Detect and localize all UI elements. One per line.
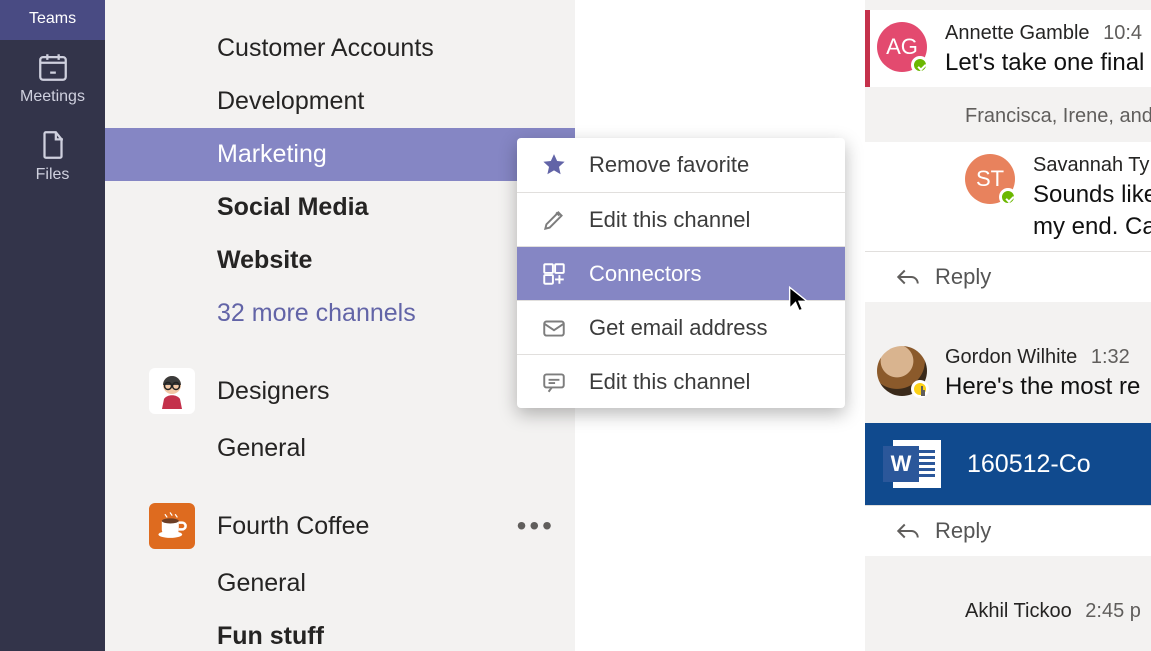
word-attachment[interactable]: W 160512-Co — [865, 423, 1151, 505]
reply-label: Reply — [935, 264, 991, 290]
avatar: ST — [965, 154, 1015, 204]
menu-edit-channel[interactable]: Edit this channel — [517, 192, 845, 246]
designers-avatar-icon — [152, 371, 192, 411]
menu-label: Edit this channel — [589, 207, 750, 233]
word-icon: W — [893, 440, 941, 488]
menu-label: Edit this channel — [589, 369, 750, 395]
attachment-name: 160512-Co — [967, 450, 1091, 479]
presence-away-icon — [911, 380, 929, 398]
message-header: Akhil Tickoo 2:45 p — [965, 600, 1151, 623]
message-author: Akhil Tickoo — [965, 600, 1072, 622]
channel-context-menu: Remove favorite Edit this channel Connec… — [517, 138, 845, 408]
message[interactable]: Gordon Wilhite 1:32 Here's the most re — [865, 334, 1151, 411]
presence-available-icon — [911, 56, 929, 74]
channel-label: Development — [217, 87, 364, 116]
channel-label: General — [217, 434, 306, 463]
message-header: Annette Gamble 10:4 — [945, 22, 1151, 45]
pencil-icon — [541, 207, 567, 233]
message-body: Annette Gamble 10:4 Let's take one final — [945, 22, 1151, 77]
reply-label: Reply — [935, 518, 991, 544]
chat-edit-icon — [541, 369, 567, 395]
channel-marketing[interactable]: Marketing — [105, 128, 575, 181]
thread: Akhil Tickoo 2:45 p — [865, 578, 1151, 633]
channel-customer-accounts[interactable]: Customer Accounts — [105, 22, 575, 75]
thread: Gordon Wilhite 1:32 Here's the most re W… — [865, 324, 1151, 556]
channel-label: Customer Accounts — [217, 34, 434, 63]
reply-button[interactable]: Reply — [865, 505, 1151, 556]
avatar-initials: AG — [886, 34, 918, 60]
rail-item-files[interactable]: Files — [0, 118, 105, 196]
channel-label: Social Media — [217, 193, 368, 222]
message-header: Savannah Ty — [1033, 154, 1151, 177]
message[interactable]: AG Annette Gamble 10:4 Let's take one fi… — [865, 10, 1151, 87]
team-fourth-coffee[interactable]: Fourth Coffee ••• — [105, 495, 575, 557]
channel-social-media[interactable]: Social Media — [105, 181, 575, 234]
reply-icon — [895, 521, 921, 541]
message-body: Akhil Tickoo 2:45 p — [965, 600, 1151, 623]
message-time: 1:32 — [1091, 346, 1130, 368]
team-avatar-fourth-coffee — [149, 503, 195, 549]
menu-edit-channel-2[interactable]: Edit this channel — [517, 354, 845, 408]
channel-general-1[interactable]: General — [105, 422, 575, 475]
menu-label: Remove favorite — [589, 152, 749, 178]
message-body: Savannah Ty Sounds like my end. Ca — [1033, 154, 1151, 241]
rail-item-label: Teams — [29, 10, 76, 28]
channel-fun-stuff[interactable]: Fun stuff — [105, 610, 575, 651]
channel-label: General — [217, 569, 306, 598]
message-author: Annette Gamble — [945, 22, 1090, 44]
team-label: Designers — [217, 377, 330, 406]
app-rail: Teams Meetings Files — [0, 0, 105, 651]
rail-item-teams[interactable]: Teams — [0, 0, 105, 40]
reply-icon — [895, 267, 921, 287]
menu-remove-favorite[interactable]: Remove favorite — [517, 138, 845, 192]
presence-available-icon — [999, 188, 1017, 206]
more-channels-link[interactable]: 32 more channels — [105, 287, 575, 340]
avatar — [877, 346, 927, 396]
message-time: 2:45 p — [1085, 600, 1141, 622]
message-author: Gordon Wilhite — [945, 346, 1077, 368]
rail-item-label: Meetings — [20, 88, 85, 106]
rail-item-label: Files — [36, 166, 70, 184]
message-header: Gordon Wilhite 1:32 — [945, 346, 1151, 369]
thread: AG Annette Gamble 10:4 Let's take one fi… — [865, 0, 1151, 302]
team-avatar-designers — [149, 368, 195, 414]
star-icon — [541, 152, 567, 178]
message[interactable]: Akhil Tickoo 2:45 p — [865, 588, 1151, 633]
rail-item-meetings[interactable]: Meetings — [0, 40, 105, 118]
message-text: Sounds like — [1033, 181, 1151, 209]
channel-pane: Customer Accounts Development Marketing … — [105, 0, 575, 651]
message-body: Gordon Wilhite 1:32 Here's the most re — [945, 346, 1151, 401]
channel-website[interactable]: Website — [105, 234, 575, 287]
team-designers[interactable]: Designers — [105, 360, 575, 422]
avatar-initials: ST — [976, 166, 1004, 192]
message-text: Here's the most re — [945, 373, 1151, 401]
message-pane: AG Annette Gamble 10:4 Let's take one fi… — [865, 0, 1151, 651]
calendar-icon — [36, 50, 70, 84]
menu-label: Get email address — [589, 315, 768, 341]
message-author: Savannah Ty — [1033, 154, 1149, 176]
menu-label: Connectors — [589, 261, 702, 287]
avatar: AG — [877, 22, 927, 72]
cursor-icon — [785, 285, 813, 313]
message-reply[interactable]: ST Savannah Ty Sounds like my end. Ca — [865, 142, 1151, 251]
channel-label: Fun stuff — [217, 622, 324, 651]
connectors-icon — [541, 261, 567, 287]
file-icon — [36, 128, 70, 162]
reply-button[interactable]: Reply — [865, 251, 1151, 302]
seen-by: Francisca, Irene, and — [865, 87, 1151, 142]
more-channels-label: 32 more channels — [217, 299, 416, 328]
message-text: Let's take one final — [945, 49, 1151, 77]
mail-icon — [541, 315, 567, 341]
channel-label: Marketing — [217, 140, 327, 169]
team-label: Fourth Coffee — [217, 512, 369, 541]
channel-development[interactable]: Development — [105, 75, 575, 128]
message-time: 10:4 — [1103, 22, 1142, 44]
coffee-cup-icon — [155, 509, 189, 543]
team-more-icon[interactable]: ••• — [517, 510, 555, 542]
channel-general-2[interactable]: General — [105, 557, 575, 610]
message-text: my end. Ca — [1033, 213, 1151, 241]
channel-label: Website — [217, 246, 312, 275]
